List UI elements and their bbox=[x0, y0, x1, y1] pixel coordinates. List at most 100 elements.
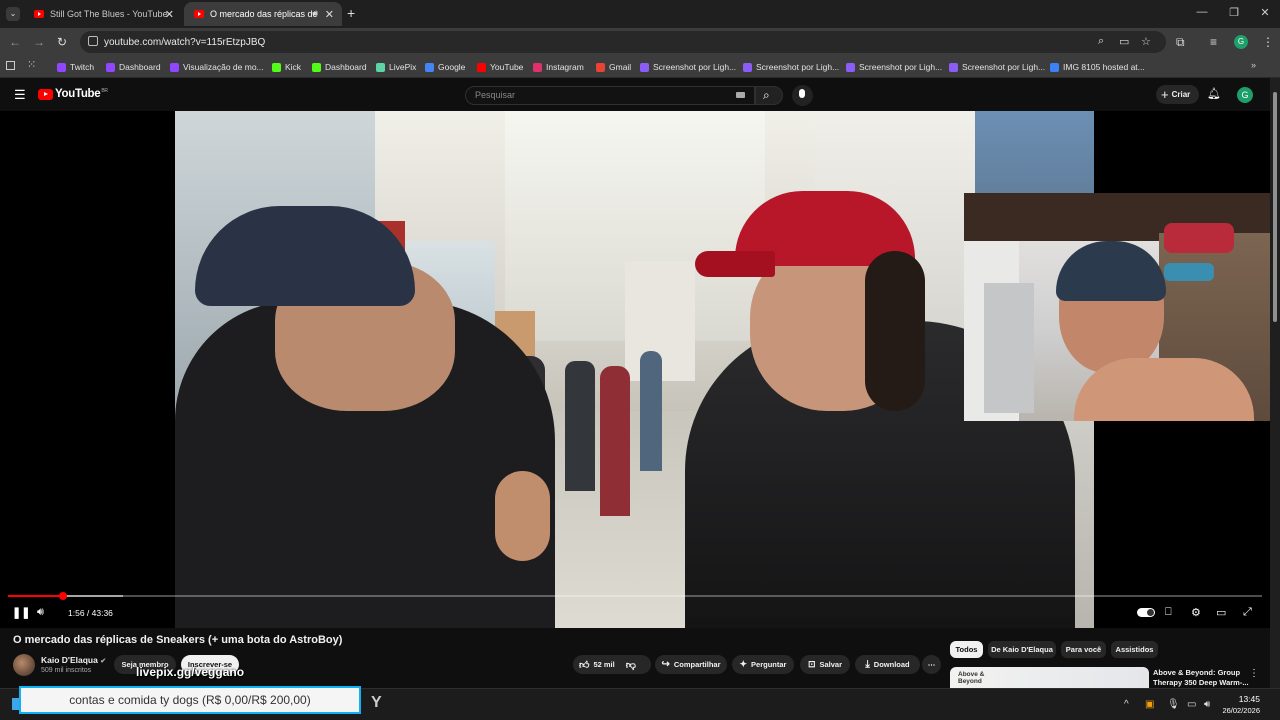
clock-date[interactable]: 26/02/2026 bbox=[1214, 706, 1260, 715]
save-label: Salvar bbox=[819, 660, 843, 669]
time-display: 1:56 / 43:36 bbox=[68, 608, 113, 618]
apps-grid-icon[interactable]: ⁙ bbox=[27, 58, 36, 71]
scrollbar-thumb[interactable] bbox=[1273, 92, 1277, 322]
volume-icon[interactable]: 🔊︎ bbox=[37, 606, 44, 619]
bookmark-item[interactable]: Visualização de mo... bbox=[170, 60, 264, 74]
chip-de-kaio[interactable]: De Kaio D'Elaqua bbox=[988, 641, 1056, 658]
tray-volume-icon[interactable]: 🔊︎ bbox=[1204, 699, 1210, 710]
fullscreen-icon[interactable]: ⤢ bbox=[1243, 606, 1252, 619]
new-tab-button[interactable]: + bbox=[347, 5, 355, 21]
thumbs-up-icon[interactable]: 👍︎ bbox=[579, 659, 589, 671]
chip-todos[interactable]: Todos bbox=[950, 641, 983, 658]
url-text: youtube.com/watch?v=115rEtzpJBQ bbox=[104, 36, 266, 48]
profile-avatar[interactable]: G bbox=[1234, 35, 1248, 49]
tab-still-got-the-blues[interactable]: Still Got The Blues - YouTube ✕ bbox=[24, 2, 182, 26]
search-button[interactable]: ⌕ bbox=[755, 86, 783, 105]
sparkle-icon: ✦ bbox=[739, 659, 748, 669]
bookmark-favicon-icon bbox=[596, 62, 605, 72]
share-button[interactable]: ↪ Compartilhar bbox=[655, 655, 727, 674]
bookmark-item[interactable]: Screenshot por Ligh... bbox=[640, 60, 736, 74]
clock-time[interactable]: 13:45 bbox=[1220, 694, 1260, 704]
bookmark-item[interactable]: Twitch bbox=[57, 60, 94, 74]
ask-button[interactable]: ✦ Perguntar bbox=[732, 655, 794, 674]
tray-mic-icon[interactable]: 🎙︎ bbox=[1167, 699, 1180, 710]
tray-chevron-icon[interactable]: ^ bbox=[1124, 699, 1129, 710]
chip-assistidos[interactable]: Assistidos bbox=[1111, 641, 1158, 658]
youtube-avatar[interactable]: G bbox=[1237, 87, 1253, 103]
bookmark-item[interactable]: Instagram bbox=[533, 60, 584, 74]
save-button[interactable]: ⊡ Salvar bbox=[800, 655, 850, 674]
menu-icon[interactable]: ☰ bbox=[14, 87, 26, 103]
back-icon[interactable]: ← bbox=[9, 35, 21, 49]
bookmark-item[interactable]: Google bbox=[425, 60, 465, 74]
search-input[interactable]: Pesquisar bbox=[465, 86, 755, 105]
keyboard-icon[interactable] bbox=[736, 92, 745, 98]
like-count[interactable]: 52 mil bbox=[593, 660, 614, 669]
progress-bar[interactable] bbox=[8, 592, 1262, 600]
all-bookmarks-icon[interactable] bbox=[6, 61, 15, 70]
cast-icon[interactable]: ▭ bbox=[1119, 35, 1129, 48]
subtitles-icon[interactable]: ⎕ bbox=[1165, 606, 1172, 619]
audio-playing-icon[interactable]: 🔊︎ bbox=[312, 8, 318, 19]
bookmark-label: Screenshot por Ligh... bbox=[962, 62, 1046, 72]
notifications-bell-icon[interactable]: 🔔︎ bbox=[1207, 87, 1221, 100]
channel-avatar[interactable] bbox=[13, 654, 35, 676]
recommendation-thumbnail[interactable]: Above & Beyond bbox=[950, 667, 1149, 689]
tab-title: O mercado das réplicas de bbox=[210, 9, 318, 19]
bookmark-item[interactable]: Dashboard bbox=[312, 60, 367, 74]
tab-search-icon[interactable]: ⌄ bbox=[6, 7, 20, 21]
autoplay-toggle[interactable] bbox=[1137, 608, 1155, 617]
bookmark-item[interactable]: Gmail bbox=[596, 60, 631, 74]
recommendation-title[interactable]: Above & Beyond: Group Therapy 350 Deep W… bbox=[1153, 668, 1249, 688]
settings-gear-icon[interactable]: ⚙ bbox=[1191, 606, 1201, 619]
page-scrollbar[interactable] bbox=[1270, 78, 1280, 688]
scrubber-handle[interactable] bbox=[59, 592, 68, 600]
site-info-icon[interactable] bbox=[88, 36, 98, 46]
bookmark-item[interactable]: YouTube bbox=[477, 60, 523, 74]
chip-para-voce[interactable]: Para você bbox=[1061, 641, 1106, 658]
minimize-icon[interactable]: — bbox=[1187, 6, 1217, 18]
extensions-icon[interactable]: ⧉ bbox=[1176, 35, 1185, 50]
close-tab-icon[interactable]: ✕ bbox=[165, 8, 174, 21]
reload-icon[interactable]: ↻ bbox=[57, 35, 67, 49]
bookmark-favicon-icon bbox=[106, 62, 115, 72]
bookmark-item[interactable]: Kick bbox=[272, 60, 301, 74]
pause-icon[interactable]: ❚❚ bbox=[12, 606, 30, 619]
media-control-icon[interactable]: ≡ bbox=[1210, 35, 1217, 49]
youtube-favicon-icon bbox=[34, 10, 44, 18]
theater-mode-icon[interactable]: ▭ bbox=[1216, 606, 1226, 619]
tray-app-icon[interactable]: ▣ bbox=[1145, 699, 1154, 710]
thumbs-down-icon[interactable]: 👎︎ bbox=[626, 659, 636, 671]
zoom-icon[interactable]: ⌕ bbox=[1098, 35, 1104, 48]
bookmark-item[interactable]: IMG 8105 hosted at... bbox=[1050, 60, 1145, 74]
tray-display-icon[interactable]: ▭ bbox=[1187, 699, 1196, 710]
address-bar[interactable]: youtube.com/watch?v=115rEtzpJBQ ⌕ ▭ ☆ bbox=[80, 31, 1166, 53]
more-bookmarks-icon[interactable]: » bbox=[1251, 60, 1256, 70]
bookmark-item[interactable]: Screenshot por Ligh... bbox=[949, 60, 1045, 74]
video-player[interactable]: ❚❚ 🔊︎ 1:56 / 43:36 ⎕ ⚙ ▭ ⤢ bbox=[0, 111, 1270, 628]
bookmark-star-icon[interactable]: ☆ bbox=[1141, 35, 1151, 48]
voice-search-button[interactable] bbox=[792, 85, 813, 106]
bookmark-item[interactable]: Screenshot por Ligh... bbox=[743, 60, 839, 74]
close-window-icon[interactable]: ✕ bbox=[1250, 6, 1280, 19]
download-button[interactable]: ⤓ Download bbox=[855, 655, 920, 674]
close-tab-icon[interactable]: ✕ bbox=[325, 8, 334, 21]
recommendation-menu-icon[interactable]: ⋮ bbox=[1249, 668, 1259, 679]
forward-icon[interactable]: → bbox=[33, 35, 45, 49]
bookmark-favicon-icon bbox=[170, 62, 179, 72]
tab-mercado-replicas[interactable]: O mercado das réplicas de 🔊︎ ✕ bbox=[184, 2, 342, 26]
webcam-overlay bbox=[964, 193, 1270, 421]
bookmark-item[interactable]: LivePix bbox=[376, 60, 416, 74]
mic-icon bbox=[799, 89, 805, 98]
youtube-logo[interactable]: YouTube BR bbox=[38, 88, 108, 100]
video-frame bbox=[175, 111, 1094, 628]
bookmark-favicon-icon bbox=[312, 62, 321, 72]
bookmark-item[interactable]: Dashboard bbox=[106, 60, 161, 74]
restore-icon[interactable]: ❐ bbox=[1219, 6, 1249, 19]
create-button[interactable]: + Criar bbox=[1156, 85, 1199, 104]
browser-menu-icon[interactable]: ⋮ bbox=[1262, 35, 1274, 49]
bookmark-favicon-icon bbox=[477, 62, 486, 72]
more-actions-button[interactable]: ⋯ bbox=[922, 655, 941, 674]
bookmark-item[interactable]: Screenshot por Ligh... bbox=[846, 60, 942, 74]
channel-name[interactable]: Kaio D'Elaqua ✔ bbox=[41, 655, 106, 665]
